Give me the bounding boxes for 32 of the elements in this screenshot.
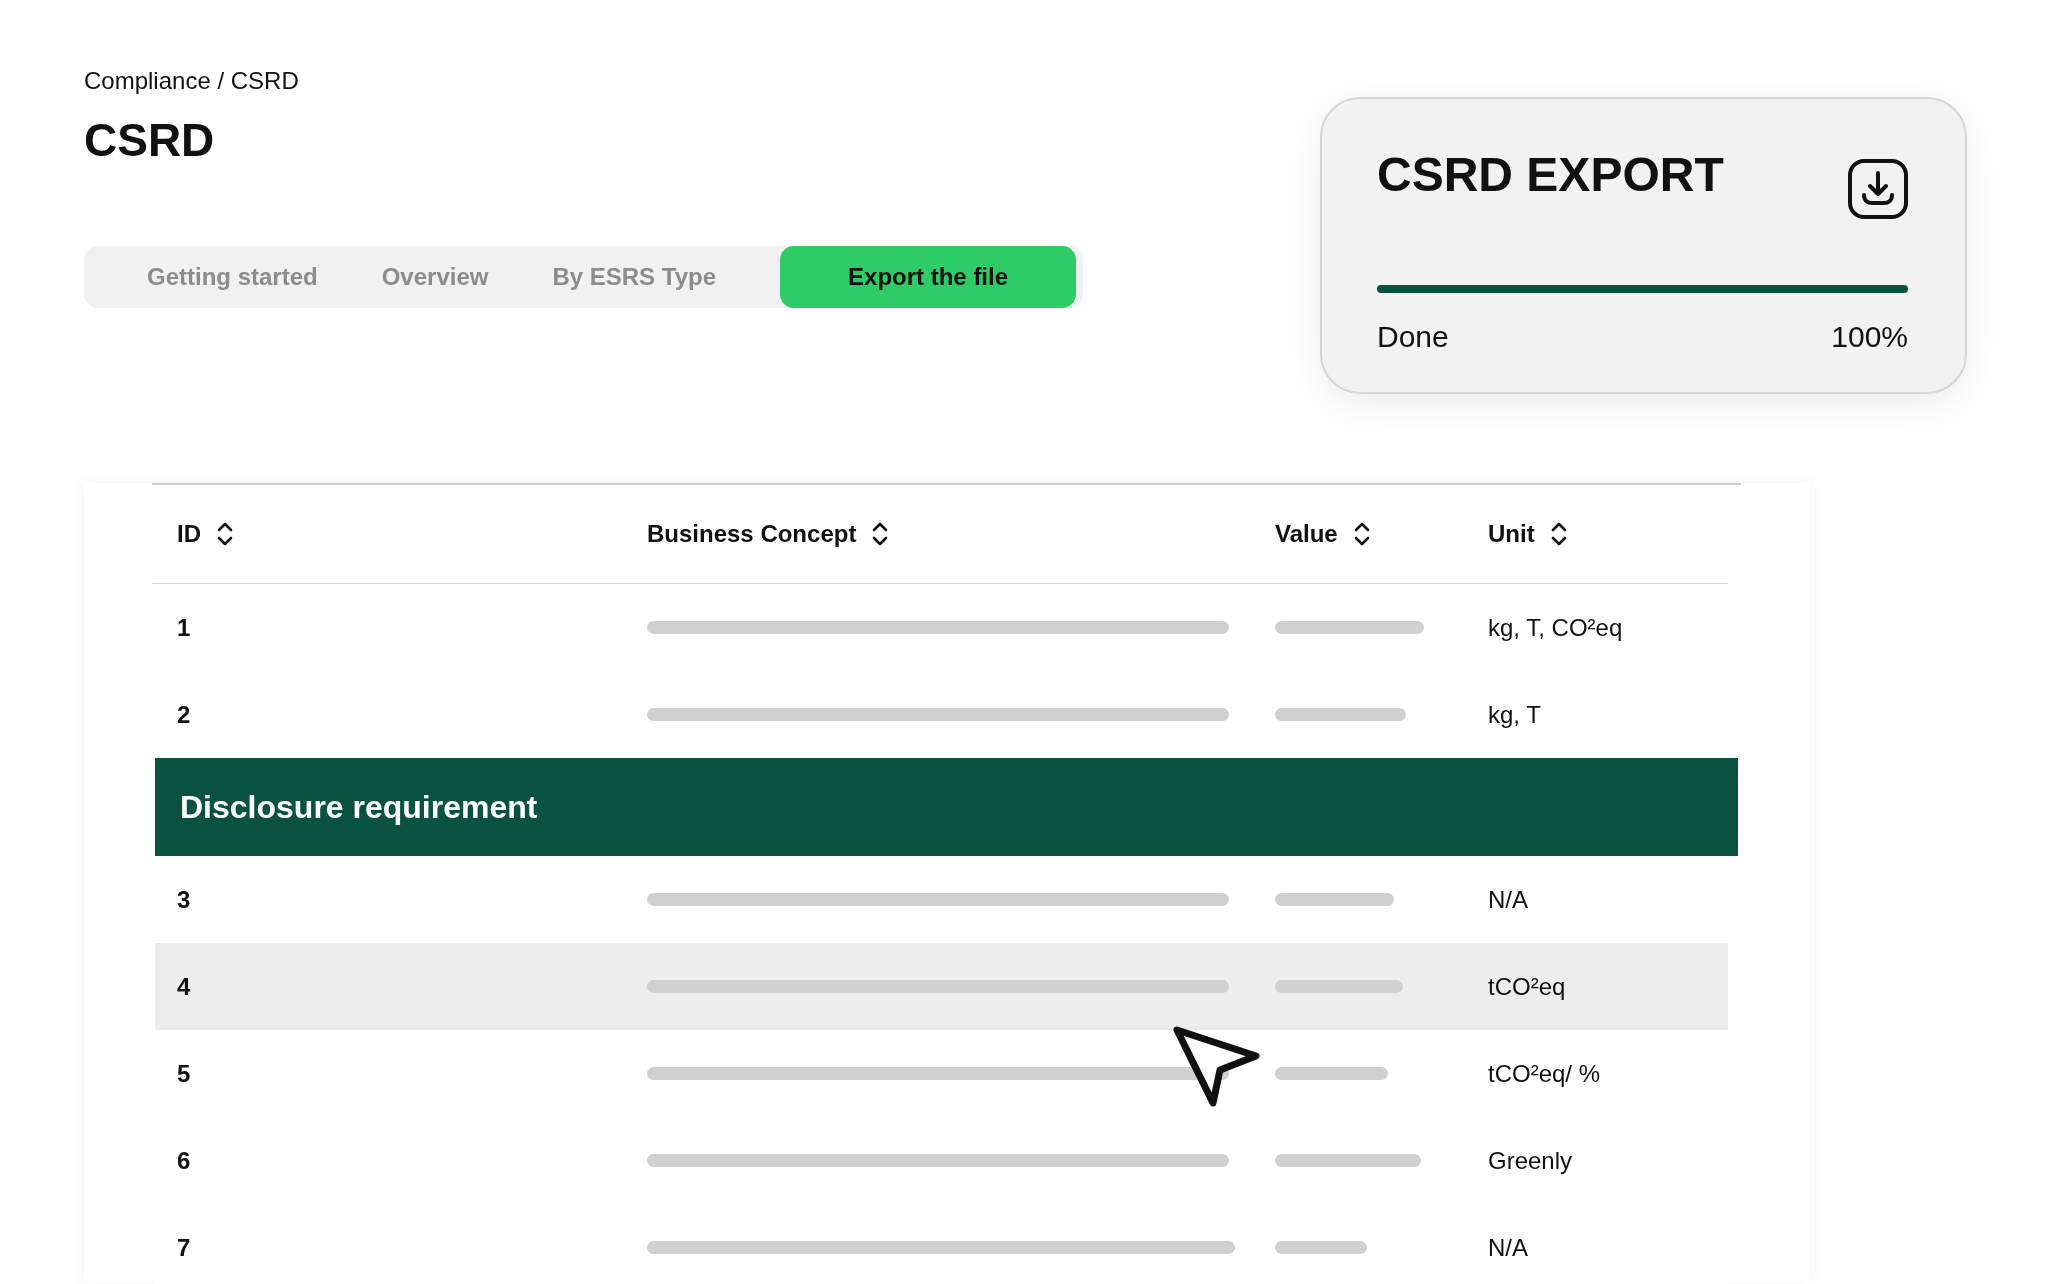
table-cell-text: kg, T, CO²eq <box>1488 612 1624 643</box>
card-title: CSRD EXPORT <box>1377 147 1724 203</box>
table-cell-text: 3 <box>177 884 192 915</box>
column-header[interactable]: ID <box>177 516 201 552</box>
sort-icon[interactable] <box>872 521 889 547</box>
tab[interactable]: Export the file <box>780 246 1077 308</box>
page-title: CSRD <box>84 113 216 168</box>
table-cell-text: 2 <box>177 699 192 730</box>
table-cell-text: 7 <box>177 1232 192 1263</box>
sort-icon[interactable] <box>217 521 233 547</box>
table-cell-text: Greenly <box>1488 1145 1574 1176</box>
sort-icon[interactable] <box>1353 521 1370 547</box>
progress-status: Done <box>1377 319 1449 355</box>
progress-percent: 100% <box>1831 319 1908 355</box>
pointer-cursor-icon <box>1172 1024 1262 1108</box>
sort-icon[interactable] <box>1550 521 1567 547</box>
download-icon[interactable] <box>1848 159 1908 219</box>
table-cell-text: kg, T <box>1488 699 1542 730</box>
table-cell-text: 4 <box>177 971 192 1002</box>
table-cell-text: 5 <box>177 1058 192 1089</box>
table-cell-text: tCO²eq/ % <box>1488 1058 1602 1089</box>
table-cell-text: tCO²eq <box>1488 971 1567 1002</box>
breadcrumb: Compliance / CSRD <box>84 66 300 96</box>
table-cell-text: 1 <box>177 612 192 643</box>
table-cell-text: N/A <box>1488 1232 1529 1263</box>
column-header[interactable]: Unit <box>1488 516 1535 552</box>
column-header[interactable]: Value <box>1275 516 1338 552</box>
table-cell-text: N/A <box>1488 884 1529 915</box>
table-row[interactable]: 4 tCO²eq <box>155 943 1728 1030</box>
table-cell-text: 6 <box>177 1145 192 1176</box>
column-header[interactable]: Business Concept <box>647 516 857 552</box>
section-title: Disclosure requirement <box>180 788 538 827</box>
